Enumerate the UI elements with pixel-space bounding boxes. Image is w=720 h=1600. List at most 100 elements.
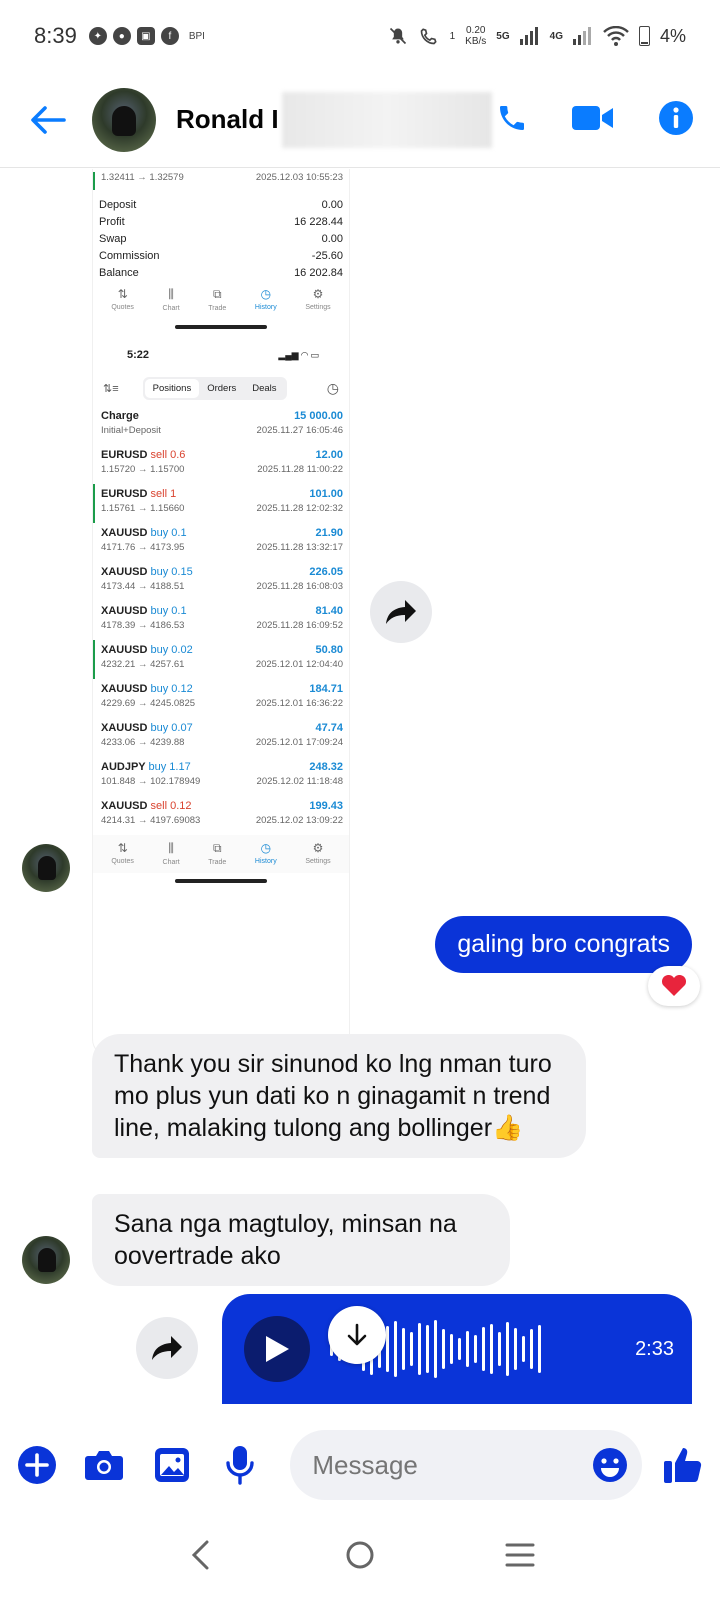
- net-speed: 0.20 KB/s: [465, 25, 487, 47]
- contact-name[interactable]: Ronald I: [176, 104, 279, 135]
- ss-trade-value: 101.00: [309, 488, 343, 500]
- waveform-bar: [466, 1331, 469, 1367]
- forward-button[interactable]: [370, 581, 432, 643]
- header-actions: [496, 72, 694, 168]
- gallery-button[interactable]: [151, 1443, 193, 1487]
- incoming-message[interactable]: Sana nga magtuloy, minsan na oovertrade …: [92, 1194, 510, 1286]
- waveform-bar: [530, 1329, 533, 1369]
- camera-icon: [85, 1451, 124, 1480]
- forward-arrow-icon: [152, 1336, 182, 1360]
- ss-summary-row: Swap 0.00: [99, 232, 343, 245]
- ss-trade-symbol: XAUUSD: [101, 722, 148, 734]
- battery-percent: 4%: [659, 25, 686, 46]
- sender-avatar[interactable]: [22, 1236, 70, 1284]
- ss-trade-row: XAUUSD buy 0.02 50.80 4232.21 → 4257.61 202…: [93, 640, 349, 679]
- battery-icon: [638, 26, 650, 46]
- mic-button[interactable]: [219, 1443, 261, 1487]
- heart-reaction[interactable]: [648, 966, 700, 1006]
- ss-trade-time: 2025.11.28 12:02:32: [256, 503, 343, 514]
- shared-screenshot[interactable]: 1.32411 → 1.32579 2025.12.03 10:55:23 De…: [92, 169, 350, 1057]
- ss-trade-prices: 101.848 → 102.178949: [101, 776, 201, 787]
- ss-trade-value: 81.40: [315, 605, 343, 617]
- ss-partial-trade: 1.32411 → 1.32579 2025.12.03 10:55:23: [93, 172, 349, 190]
- ss-trade-row: XAUUSD buy 0.12 184.71 4229.69 → 4245.0825…: [93, 679, 349, 718]
- voice-call-button[interactable]: [496, 101, 528, 140]
- nav-home-button[interactable]: [340, 1535, 380, 1575]
- ss-trade-symbol: XAUUSD: [101, 683, 148, 695]
- camera-button[interactable]: [84, 1443, 126, 1487]
- ss-trade-list: EURUSD sell 0.6 12.00 1.15720 → 1.15700 202…: [93, 445, 349, 835]
- ss-trade-direction: sell 0.6: [150, 449, 186, 461]
- ss-trade-time: 2025.12.02 11:18:48: [256, 776, 343, 787]
- ss-tab-trade: ⧉ Trade: [208, 287, 227, 312]
- outgoing-message[interactable]: galing bro congrats: [435, 916, 692, 973]
- incoming-message[interactable]: Thank you sir sinunod ko lng nman turo m…: [92, 1034, 586, 1158]
- voice-message[interactable]: 2:33: [222, 1294, 692, 1404]
- ss-trade-direction: buy 0.1: [150, 605, 187, 617]
- ss-trade-direction: buy 0.1: [150, 527, 187, 539]
- ss-trade-direction: buy 0.07: [150, 722, 193, 734]
- waveform-bar: [410, 1332, 413, 1366]
- info-button[interactable]: [658, 100, 694, 141]
- sender-avatar[interactable]: [22, 844, 70, 892]
- quotes-icon: ⇅: [117, 287, 128, 301]
- emoji-button[interactable]: [592, 1447, 628, 1483]
- like-button[interactable]: [662, 1443, 704, 1487]
- ss-tab-history: ◷ History: [254, 841, 277, 865]
- ss-summary-row: Balance 16 202.84: [99, 266, 343, 279]
- status-bar: 8:39 ✦ ● ▣ f BPI 1 0.20 KB/s 5G 4G 4%: [0, 0, 720, 72]
- ss-trade-symbol: EURUSD: [101, 488, 148, 500]
- clock-icon: ◷: [326, 380, 339, 396]
- ss-trade-prices: 4229.69 → 4245.0825: [101, 698, 196, 709]
- plus-button[interactable]: [16, 1443, 58, 1487]
- play-icon: [266, 1336, 289, 1362]
- chat-thread[interactable]: 1.32411 → 1.32579 2025.12.03 10:55:23 De…: [0, 169, 720, 1420]
- ss-tab-chart: ⫼ Chart: [162, 287, 180, 312]
- candles-icon: ⫼: [168, 287, 174, 301]
- play-button[interactable]: [244, 1316, 310, 1382]
- waveform-bar: [450, 1334, 453, 1364]
- ss-trade-symbol: XAUUSD: [101, 605, 148, 617]
- arrow-left-icon: [31, 105, 66, 134]
- ss-trade-symbol: XAUUSD: [101, 566, 148, 578]
- ss-trade-value: 21.90: [315, 527, 343, 539]
- contact-avatar[interactable]: [92, 87, 156, 152]
- ss-trade-symbol: EURUSD: [101, 449, 148, 461]
- waveform-bar: [474, 1335, 477, 1363]
- ss-trade-time: 2025.12.01 16:36:22: [255, 698, 343, 709]
- nav-recents-button[interactable]: [500, 1535, 540, 1575]
- nav-back-button[interactable]: [180, 1535, 220, 1575]
- messenger-icon: ✦: [88, 27, 107, 45]
- download-button[interactable]: [328, 1306, 386, 1364]
- video-call-button[interactable]: [572, 103, 614, 138]
- waveform-bar: [434, 1320, 437, 1378]
- waveform-bar: [402, 1328, 405, 1370]
- ss-trade-direction: buy 1.17: [148, 761, 191, 773]
- plus-icon: [17, 1446, 56, 1484]
- back-button[interactable]: [28, 100, 68, 140]
- waveform-bar: [506, 1322, 509, 1376]
- forward-button[interactable]: [136, 1317, 198, 1379]
- ss-trade-prices: 4171.76 → 4173.95: [101, 542, 185, 553]
- ss-trade-row: XAUUSD sell 0.12 199.43 4214.31 → 4197.690…: [93, 796, 349, 835]
- ss-trade-value: 199.43: [309, 800, 343, 812]
- settings-icon: ⚙: [312, 841, 324, 855]
- ss-trade-row: XAUUSD buy 0.1 21.90 4171.76 → 4173.95 2025…: [93, 523, 349, 562]
- facebook-icon: f: [160, 27, 179, 45]
- waveform-bar: [538, 1325, 541, 1373]
- message-input[interactable]: [290, 1430, 643, 1500]
- ss-tab-quotes: ⇅ Quotes: [111, 287, 134, 311]
- ss-trade-symbol: XAUUSD: [101, 527, 148, 539]
- ss-trade-row: XAUUSD buy 0.15 226.05 4173.44 → 4188.51 20…: [93, 562, 349, 601]
- signal-4g: 4G: [549, 30, 563, 42]
- phone-icon: [500, 105, 524, 130]
- ss-trade-value: 226.05: [309, 566, 343, 578]
- ss-trade-direction: buy 0.02: [150, 644, 193, 656]
- waveform-bar: [490, 1324, 493, 1374]
- ss-statusline: 5:22 ▂▄▆ ◠ ▭: [127, 349, 319, 361]
- waveform-bar: [418, 1323, 421, 1375]
- ss-trade-time: 2025.11.28 13:32:17: [256, 542, 343, 553]
- ss-charge-row: Charge 15 000.00 Initial+Deposit 2025.11.2…: [101, 410, 343, 436]
- ss-trade-time: 2025.12.02 13:09:22: [255, 815, 343, 826]
- message-input-wrap: [286, 1430, 643, 1500]
